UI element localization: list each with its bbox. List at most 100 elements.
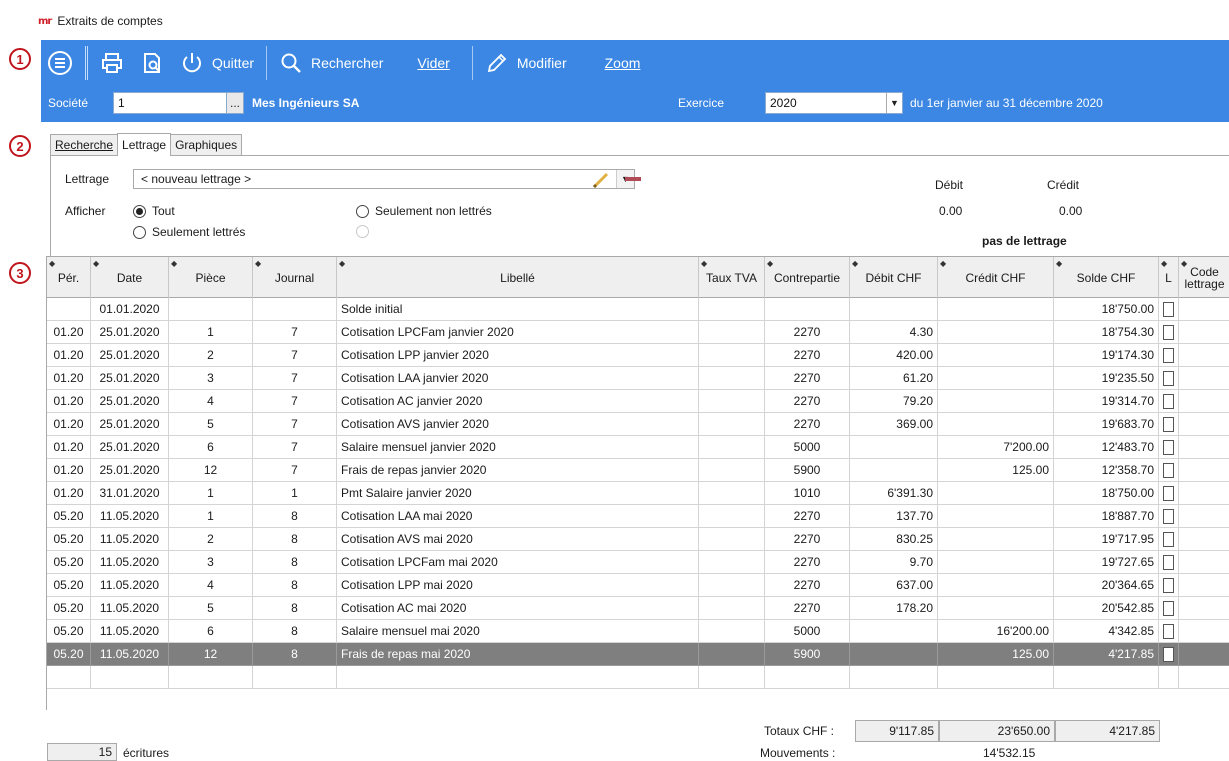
print-preview-button[interactable] — [132, 45, 172, 81]
table-cell: 4 — [169, 574, 253, 597]
table-row[interactable]: 05.20 11.05.2020 6 8 Salaire mensuel mai 202… — [47, 620, 1229, 643]
lettered-checkbox[interactable] — [1163, 462, 1174, 478]
lettered-checkbox[interactable] — [1163, 439, 1174, 455]
main-toolbar: Quitter Rechercher Vider Modifier Zoom S… — [41, 40, 1229, 122]
table-cell: 420.00 — [850, 344, 938, 367]
table-cell: Cotisation LAA mai 2020 — [337, 505, 699, 528]
table-cell: 01.20 — [47, 367, 91, 390]
radio-lettered[interactable]: Seulement lettrés — [133, 225, 245, 239]
table-row[interactable]: 05.20 11.05.2020 12 8 Frais de repas mai 202… — [47, 643, 1229, 666]
column-header[interactable]: ◆ Débit CHF — [850, 257, 938, 298]
fiscal-year-select[interactable]: 2020 — [765, 92, 903, 114]
table-cell: 2270 — [765, 344, 850, 367]
tab-recherche[interactable]: Recherche — [50, 134, 119, 155]
lettered-checkbox[interactable] — [1163, 600, 1174, 616]
table-row[interactable]: 05.20 11.05.2020 3 8 Cotisation LPCFam mai 2… — [47, 551, 1229, 574]
table-cell: 01.20 — [47, 390, 91, 413]
table-cell: 11.05.2020 — [91, 597, 169, 620]
column-header[interactable]: ◆ Libellé — [337, 257, 699, 298]
chevron-down-icon[interactable]: ▼ — [886, 93, 902, 113]
table-cell — [1159, 413, 1179, 436]
lettered-checkbox[interactable] — [1163, 347, 1174, 363]
table-row[interactable] — [47, 666, 1229, 689]
toolbar-separator — [471, 46, 473, 80]
table-row[interactable]: 01.20 25.01.2020 3 7 Cotisation LAA janvier … — [47, 367, 1229, 390]
table-cell: 7 — [253, 321, 337, 344]
table-cell — [699, 597, 765, 620]
menu-button[interactable] — [41, 45, 81, 81]
table-cell: 8 — [253, 643, 337, 666]
table-row[interactable]: 01.20 25.01.2020 6 7 Salaire mensuel janvier… — [47, 436, 1229, 459]
lettered-checkbox[interactable] — [1163, 324, 1174, 340]
table-cell — [1179, 551, 1229, 574]
edit-button[interactable]: Modifier — [477, 45, 575, 81]
debit-value: 0.00 — [939, 204, 963, 218]
table-header: ◆ Pér. ◆ Date ◆ Pièce ◆ Journal ◆ Libellé ◆ Taux TV… — [47, 257, 1229, 298]
radio-unlettered[interactable]: Seulement non lettrés — [356, 204, 492, 218]
column-header[interactable]: ◆ Contrepartie — [765, 257, 850, 298]
annotation-marker-1: 1 — [9, 48, 31, 70]
sort-icon: ◆ — [93, 259, 100, 268]
lettered-checkbox[interactable] — [1163, 623, 1174, 639]
tab-lettrage[interactable]: Lettrage — [117, 133, 172, 156]
company-browse-button[interactable]: ... — [226, 92, 244, 114]
search-button[interactable]: Rechercher — [271, 45, 391, 81]
minus-icon[interactable] — [624, 174, 642, 184]
table-row[interactable]: 01.20 25.01.2020 2 7 Cotisation LPP janvier … — [47, 344, 1229, 367]
table-cell: 18'887.70 — [1054, 505, 1159, 528]
quit-button[interactable]: Quitter — [172, 45, 262, 81]
entries-table: ◆ Pér. ◆ Date ◆ Pièce ◆ Journal ◆ Libellé ◆ Taux TV… — [46, 256, 1229, 710]
table-cell: 2270 — [765, 505, 850, 528]
print-button[interactable] — [92, 45, 132, 81]
column-header[interactable]: ◆ Pér. — [47, 257, 91, 298]
zoom-button[interactable]: Zoom — [597, 45, 649, 81]
sort-icon: ◆ — [1056, 259, 1063, 268]
column-header[interactable]: ◆ L — [1159, 257, 1179, 298]
table-cell: 05.20 — [47, 528, 91, 551]
pencil-icon[interactable] — [591, 170, 611, 190]
lettered-checkbox[interactable] — [1163, 531, 1174, 547]
lettered-checkbox[interactable] — [1163, 301, 1174, 317]
lettered-checkbox[interactable] — [1163, 554, 1174, 570]
lettered-checkbox[interactable] — [1163, 393, 1174, 409]
table-row[interactable]: 01.20 25.01.2020 5 7 Cotisation AVS janvier … — [47, 413, 1229, 436]
table-row[interactable]: 05.20 11.05.2020 1 8 Cotisation LAA mai 2020… — [47, 505, 1229, 528]
column-header[interactable]: ◆ Journal — [253, 257, 337, 298]
radio-all[interactable]: Tout — [133, 204, 175, 218]
table-cell — [1179, 666, 1229, 689]
table-cell — [699, 505, 765, 528]
company-input[interactable]: 1 — [113, 92, 227, 114]
table-row[interactable]: 01.20 31.01.2020 1 1 Pmt Salaire janvier 202… — [47, 482, 1229, 505]
lettered-checkbox[interactable] — [1163, 577, 1174, 593]
column-header-label: Crédit CHF — [965, 270, 1026, 285]
table-cell: Cotisation LAA janvier 2020 — [337, 367, 699, 390]
tab-label: Recherche — [55, 138, 114, 152]
search-icon — [281, 53, 301, 73]
lettered-checkbox[interactable] — [1163, 416, 1174, 432]
tab-graphiques[interactable]: Graphiques — [170, 134, 243, 155]
lettered-checkbox[interactable] — [1163, 485, 1174, 501]
lettrage-select[interactable]: < nouveau lettrage > ▼ — [133, 169, 635, 189]
column-header[interactable]: ◆ Code lettrage — [1179, 257, 1229, 298]
column-header[interactable]: ◆ Solde CHF — [1054, 257, 1159, 298]
table-cell — [938, 574, 1054, 597]
table-row[interactable]: 05.20 11.05.2020 2 8 Cotisation AVS mai 2020… — [47, 528, 1229, 551]
column-header[interactable]: ◆ Pièce — [169, 257, 253, 298]
table-row[interactable]: 05.20 11.05.2020 5 8 Cotisation AC mai 2020 2… — [47, 597, 1229, 620]
table-row[interactable]: 01.20 25.01.2020 1 7 Cotisation LPCFam janvi… — [47, 321, 1229, 344]
clear-button[interactable]: Vider — [409, 45, 457, 81]
column-header[interactable]: ◆ Crédit CHF — [938, 257, 1054, 298]
sort-icon: ◆ — [255, 259, 262, 268]
lettered-checkbox[interactable] — [1163, 370, 1174, 386]
table-cell: 25.01.2020 — [91, 321, 169, 344]
table-row[interactable]: 01.01.2020 Solde initial 18'750.00 — [47, 298, 1229, 321]
lettered-checkbox[interactable] — [1163, 508, 1174, 524]
column-header[interactable]: ◆ Date — [91, 257, 169, 298]
table-row[interactable]: 01.20 25.01.2020 12 7 Frais de repas janvier… — [47, 459, 1229, 482]
table-row[interactable]: 01.20 25.01.2020 4 7 Cotisation AC janvier 2… — [47, 390, 1229, 413]
column-header[interactable]: ◆ Taux TVA — [699, 257, 765, 298]
sort-icon: ◆ — [940, 259, 947, 268]
lettered-checkbox[interactable] — [1163, 646, 1174, 662]
table-row[interactable]: 05.20 11.05.2020 4 8 Cotisation LPP mai 2020… — [47, 574, 1229, 597]
pencil-icon — [487, 53, 507, 73]
